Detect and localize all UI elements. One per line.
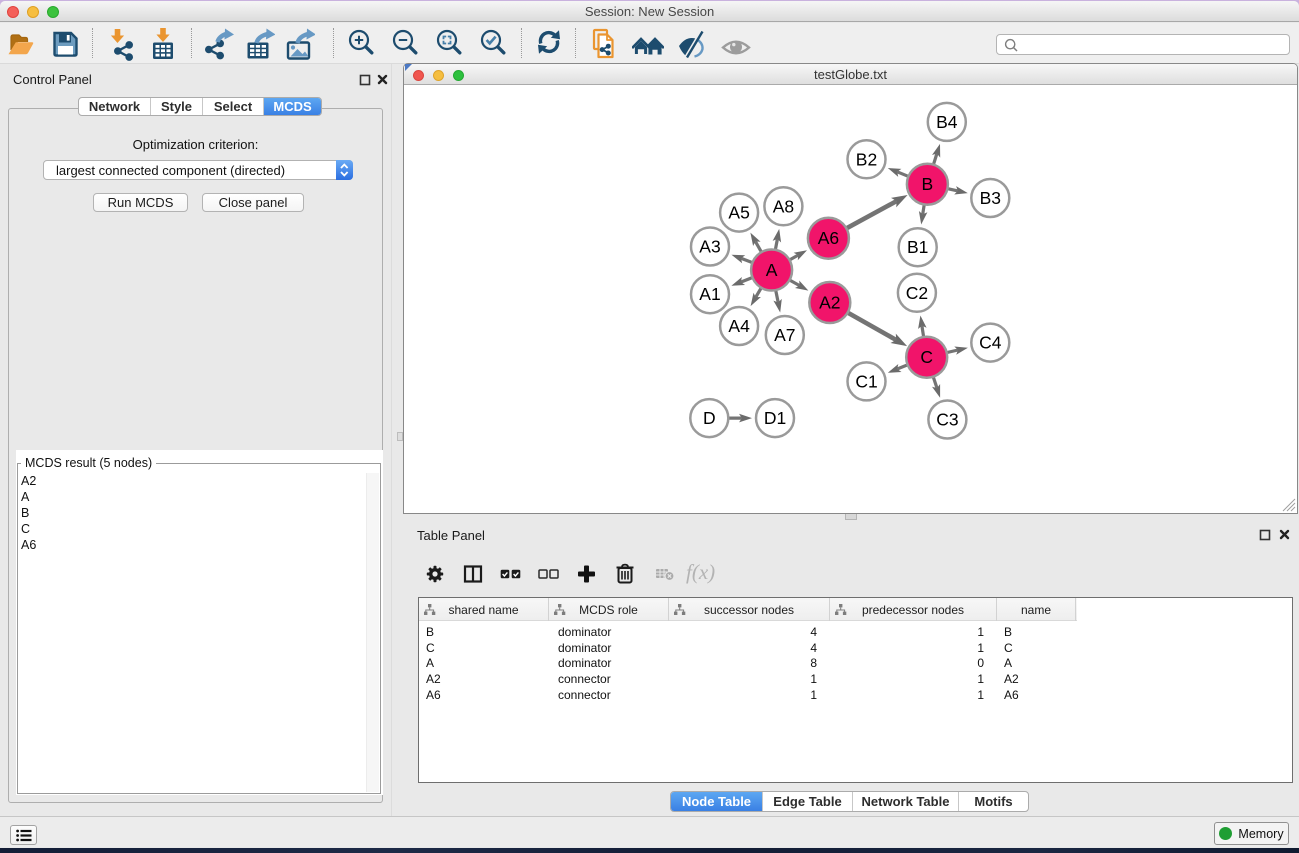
svg-text:C1: C1 — [855, 371, 877, 391]
svg-text:B4: B4 — [936, 112, 958, 132]
svg-text:A7: A7 — [774, 325, 795, 345]
svg-text:A4: A4 — [728, 316, 750, 336]
svg-text:D1: D1 — [764, 408, 786, 428]
svg-text:A8: A8 — [773, 196, 794, 216]
svg-text:A1: A1 — [699, 284, 720, 304]
svg-text:B: B — [922, 174, 934, 194]
svg-text:C: C — [920, 347, 933, 367]
svg-text:B2: B2 — [856, 149, 877, 169]
svg-text:A2: A2 — [819, 293, 840, 313]
svg-text:A5: A5 — [728, 203, 749, 223]
svg-text:A3: A3 — [699, 237, 720, 257]
svg-text:A6: A6 — [818, 228, 839, 248]
svg-text:C2: C2 — [906, 283, 928, 303]
svg-text:A: A — [766, 260, 778, 280]
svg-text:B3: B3 — [980, 188, 1001, 208]
svg-text:B1: B1 — [907, 237, 928, 257]
svg-text:C4: C4 — [979, 333, 1002, 353]
svg-text:C3: C3 — [936, 410, 958, 430]
svg-text:D: D — [703, 408, 716, 428]
